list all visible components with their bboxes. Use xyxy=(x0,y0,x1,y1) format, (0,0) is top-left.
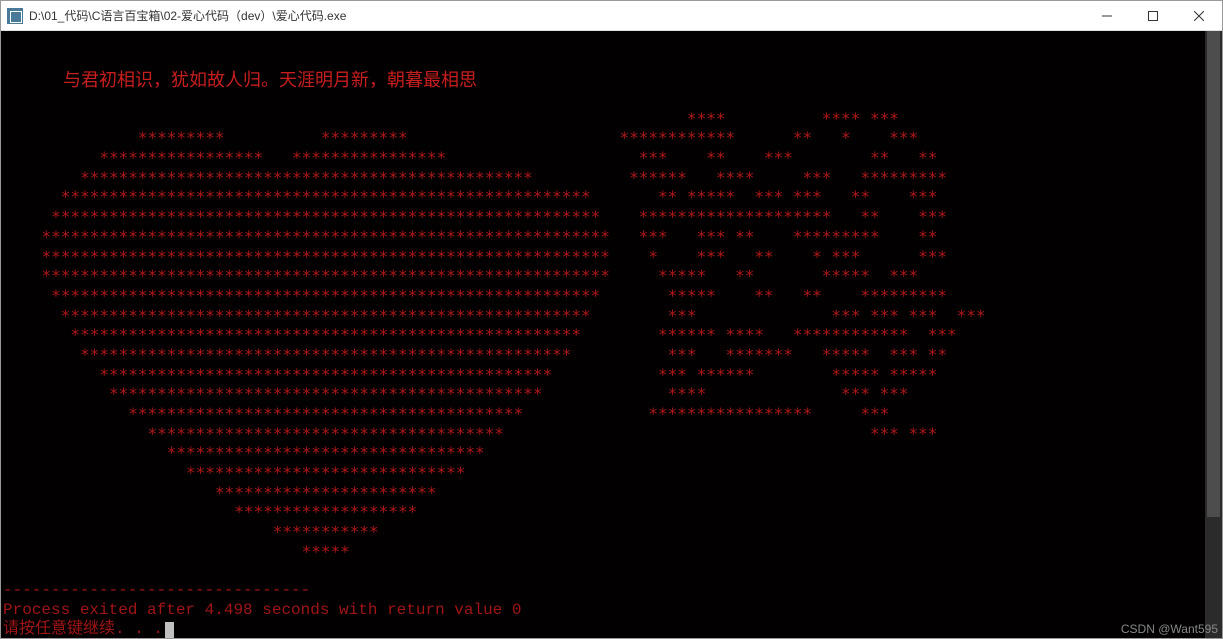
app-icon xyxy=(7,8,23,24)
exit-message: Process exited after 4.498 seconds with … xyxy=(3,601,521,619)
console-output: 与君初相识，犹如故人归。天涯明月新，朝暮最相思 **** **** *** **… xyxy=(1,31,1205,638)
ascii-art: **** **** *** ********* ********* ******… xyxy=(3,109,1205,561)
scrollbar-thumb[interactable] xyxy=(1207,31,1220,517)
continue-prompt: 请按任意键继续. . . xyxy=(3,620,163,638)
console-area: 与君初相识，犹如故人归。天涯明月新，朝暮最相思 **** **** *** **… xyxy=(1,31,1222,638)
maximize-button[interactable] xyxy=(1130,1,1176,30)
scrollbar[interactable] xyxy=(1205,31,1222,638)
titlebar: D:\01_代码\C语言百宝箱\02-爱心代码（dev）\爱心代码.exe xyxy=(1,1,1222,31)
poem-message: 与君初相识，犹如故人归。天涯明月新，朝暮最相思 xyxy=(3,55,1205,109)
watermark: CSDN @Want595 xyxy=(1121,622,1218,636)
divider-line: -------------------------------- xyxy=(3,581,310,599)
minimize-button[interactable] xyxy=(1084,1,1130,30)
window-title: D:\01_代码\C语言百宝箱\02-爱心代码（dev）\爱心代码.exe xyxy=(29,7,1084,24)
app-window: D:\01_代码\C语言百宝箱\02-爱心代码（dev）\爱心代码.exe 与君… xyxy=(0,0,1223,639)
cursor xyxy=(165,622,174,638)
close-button[interactable] xyxy=(1176,1,1222,30)
window-controls xyxy=(1084,1,1222,30)
